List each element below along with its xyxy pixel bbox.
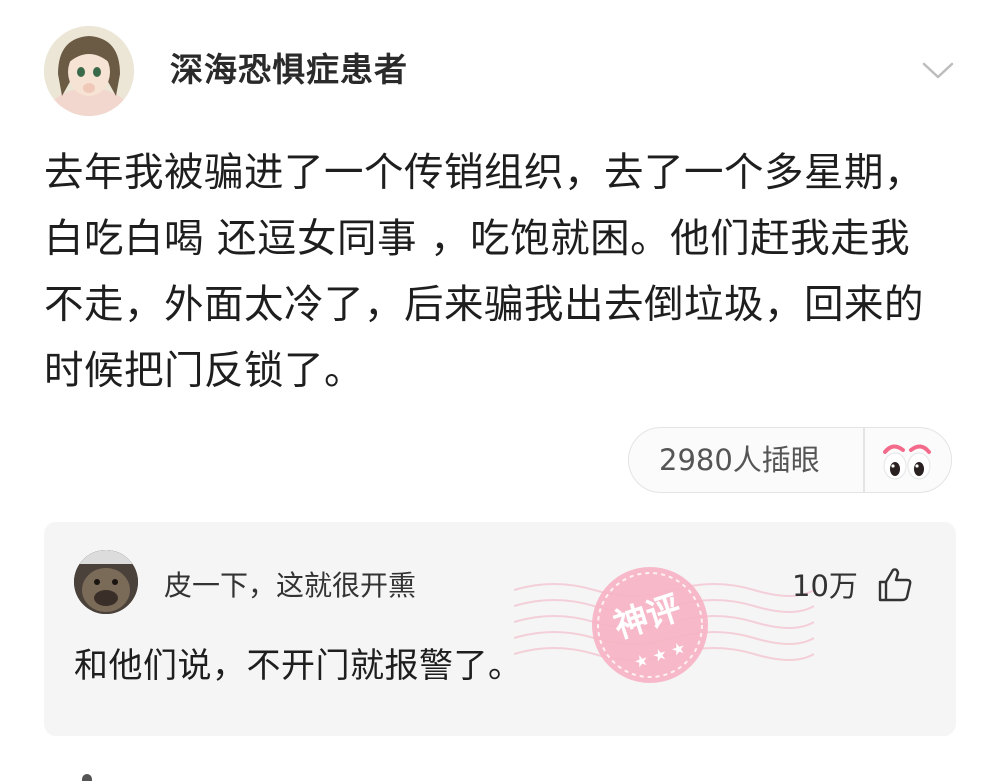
- reaction-count-label: 2980人插眼: [659, 443, 820, 477]
- commenter-avatar[interactable]: [74, 550, 138, 614]
- next-item-edge: [82, 774, 92, 781]
- reaction-divider: [863, 428, 865, 492]
- like-count: 10万: [792, 569, 858, 603]
- post-content: 去年我被骗进了一个传销组织，去了一个多星期， 白吃白喝 还逗女同事 ，吃饱就困。…: [44, 150, 924, 394]
- author-avatar[interactable]: [44, 26, 134, 116]
- chevron-down-icon[interactable]: [918, 56, 958, 84]
- eyes-icon: [879, 438, 935, 482]
- author-name[interactable]: 深海恐惧症患者: [170, 46, 408, 94]
- thumbs-up-icon[interactable]: [876, 566, 914, 604]
- reaction-button[interactable]: 2980人插眼: [628, 427, 952, 493]
- hot-comment-stamp: 神评 ★ ★ ★: [513, 550, 815, 700]
- comment-text: 和他们说，不开门就报警了。: [74, 646, 523, 686]
- hot-comment-card[interactable]: 神评 ★ ★ ★ 皮一下，这就很开熏 10万 和他们说，不开门就报警了。: [44, 522, 956, 736]
- commenter-username[interactable]: 皮一下，这就很开熏: [164, 566, 416, 606]
